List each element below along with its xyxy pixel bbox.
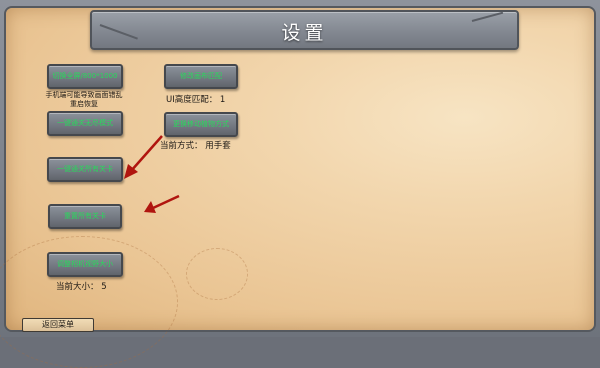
current-mode-text: 当前方式： 用手套	[160, 141, 231, 151]
ui-height-match-text: UI高度匹配： 1	[166, 95, 226, 105]
back-to-menu-button[interactable]: 返回菜单	[22, 318, 94, 332]
page-title: 设置	[281, 22, 328, 44]
phone-warning-text: 手机端可能导致画面错乱 重启恢复	[45, 91, 123, 108]
switch-resolution-button[interactable]: 切换全屏/800*1000	[47, 64, 123, 89]
reset-all-button[interactable]: 重置所有关卡	[48, 204, 122, 229]
current-size-text: 当前大小： 5	[56, 282, 107, 292]
title-plate: 设置	[90, 10, 519, 50]
change-canvas-button[interactable]: 修改画布匹配	[164, 64, 238, 89]
one-key-pass-endless-button[interactable]: 一键通关无尽模式	[47, 111, 123, 136]
one-key-pass-all-button[interactable]: 一键通关所有关卡	[47, 157, 123, 182]
adjust-camera-button[interactable]: 调整相机视野大小	[47, 252, 123, 277]
paper-stain	[186, 248, 248, 300]
change-drag-mode-button[interactable]: 更换移动植物方式	[164, 112, 238, 137]
